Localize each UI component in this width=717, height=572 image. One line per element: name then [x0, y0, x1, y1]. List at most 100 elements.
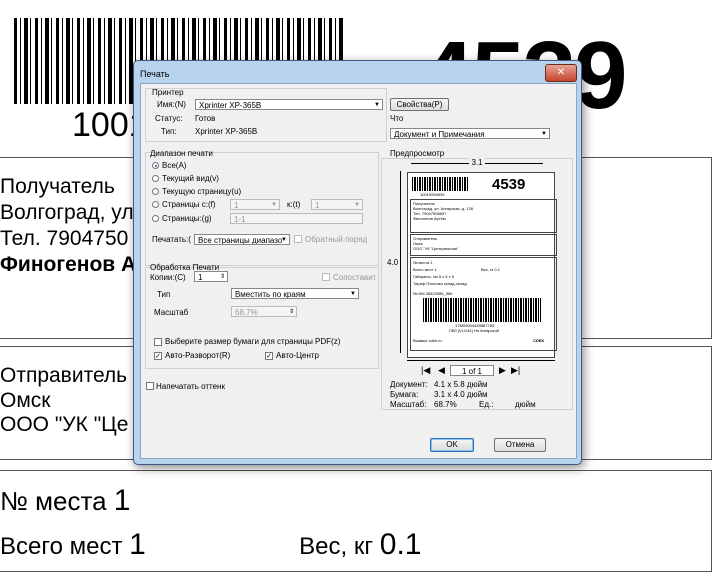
printer-status-value: Готов [195, 114, 216, 123]
pages-from-input[interactable]: 1 ▼ [230, 199, 280, 210]
mini-recipient-box: Получатель Волгоград, ул. Ангарская, д. … [410, 199, 557, 233]
first-page-icon[interactable]: |◀ [421, 365, 430, 375]
preview-bottom-line [407, 360, 555, 361]
pages-value: 1-1 [234, 215, 246, 224]
chevron-down-icon: ▼ [281, 237, 287, 243]
cancel-button[interactable]: Отмена [494, 438, 546, 452]
page-indicator[interactable]: 1 of 1 [450, 365, 494, 376]
close-icon[interactable]: ✕ [545, 64, 577, 82]
range-all-label: Все(A) [162, 161, 187, 170]
mini-barcode-digits: 10019284539 [420, 192, 445, 197]
range-current-page-radio[interactable] [152, 188, 159, 195]
total-label: Всего мест [0, 533, 123, 560]
copies-label: Копии:(C) [150, 273, 186, 282]
units-value: дюйм [515, 400, 536, 409]
auto-rotate-checkbox[interactable]: ✓ [154, 352, 162, 360]
range-pages-from-label: Страницы с:(f) [162, 200, 216, 209]
mini-barcode-2 [423, 298, 541, 322]
mini-recipient-line: Финогенов Артём [413, 216, 446, 221]
totals-row: Всего мест 1 Вес, кг 0.1 [0, 528, 421, 562]
weight-label: Вес, кг [299, 533, 374, 560]
preview-scale-label: Масштаб: [390, 400, 427, 409]
mini-weight: Вес, кг 0.1 [481, 267, 500, 272]
prev-page-icon[interactable]: ◀ [438, 365, 445, 375]
document-size-label: Документ: [390, 380, 428, 389]
scale-input[interactable]: 68.7% ⇕ [231, 306, 297, 317]
range-pages-from-radio[interactable] [152, 201, 159, 208]
paper-size-value: 3.1 x 4.0 дюйм [434, 390, 488, 399]
ok-button[interactable]: OK [430, 438, 474, 452]
dialog-titlebar[interactable]: Печать ✕ [134, 61, 581, 83]
pdf-size-checkbox[interactable] [154, 338, 162, 346]
preview-height-line [400, 171, 401, 353]
mini-place: № места 1 [413, 260, 433, 265]
units-label: Ед.: [479, 400, 494, 409]
printer-name-select[interactable]: Xprinter XP-365B ▼ [195, 99, 383, 110]
scale-value: 68.7% [235, 308, 258, 317]
preview-width-value: 3.1 [469, 158, 485, 167]
range-all-radio[interactable] [152, 162, 159, 169]
recipient-city: Волгоград, ул [0, 201, 134, 224]
what-select[interactable]: Документ и Примечания ▼ [390, 128, 550, 139]
printer-name-label: Имя:(N) [157, 100, 186, 109]
collate-checkbox[interactable] [322, 273, 330, 281]
scaling-type-select[interactable]: Вместить по краям ▼ [231, 288, 359, 299]
what-value: Документ и Примечания [394, 130, 485, 139]
grayscale-label: Напечатать оттенк [156, 382, 225, 391]
mini-dims: Габариты, см 5 x 5 x 5 [413, 274, 454, 279]
mini-footer-right: CDEK [533, 338, 545, 343]
mini-footer-left: Вшавш! cdek.ru [413, 338, 442, 343]
chevron-down-icon: ▼ [271, 202, 277, 208]
range-pages-radio[interactable] [152, 215, 159, 222]
mini-sender-box: Отправитель Омск ООО "УК "Центральная" [410, 234, 557, 256]
what-label: Что [390, 114, 404, 123]
pages-from-value: 1 [234, 201, 239, 210]
document-size-value: 4.1 x 5.8 дюйм [434, 380, 488, 389]
range-current-page-label: Текущую страницу(u) [162, 187, 242, 196]
recipient-phone: Тел. 7904750 [0, 227, 129, 250]
pages-to-label: к:(t) [287, 200, 301, 209]
sender-heading: Отправитель [0, 364, 128, 387]
printer-type-label: Тип: [161, 127, 177, 136]
last-page-icon[interactable]: ▶| [511, 365, 520, 375]
range-pages-label: Страницы:(g) [162, 214, 212, 223]
mini-total: Всего мест 1 [413, 267, 437, 272]
pages-to-input[interactable]: 1 ▼ [311, 199, 363, 210]
spinner-icon[interactable]: ⇕ [289, 307, 294, 316]
sender-city: Омск [0, 389, 51, 412]
recipient-heading: Получатель [0, 175, 115, 198]
print-subset-select[interactable]: Все страницы диапазо ▼ [194, 234, 290, 245]
range-current-view-label: Текущий вид(v) [162, 174, 219, 183]
reverse-order-checkbox[interactable] [294, 235, 302, 243]
grayscale-checkbox[interactable] [146, 382, 154, 390]
paper-size-label: Бумага: [390, 390, 419, 399]
weight-value: 0.1 [379, 528, 422, 561]
mini-pvz: ПВЗ [VLG44] На Ангарской [449, 328, 499, 333]
chevron-down-icon: ▼ [354, 202, 360, 208]
spinner-icon[interactable]: ⇕ [220, 272, 225, 281]
range-current-view-radio[interactable] [152, 175, 159, 182]
properties-button[interactable]: Свойства(P) [390, 98, 449, 111]
copies-input[interactable]: 1 ⇕ [194, 271, 228, 282]
print-dialog: Печать ✕ Принтер Имя:(N) Xprinter XP-365… [133, 60, 582, 465]
pdf-size-label: Выберите размер бумаги для страницы PDF(… [165, 337, 341, 346]
range-group-label: Диапазон печати [150, 149, 213, 158]
reverse-order-label: Обратный поряд [305, 235, 368, 244]
pages-input[interactable]: 1-1 [230, 213, 363, 224]
next-page-icon[interactable]: ▶ [499, 365, 506, 375]
dialog-client: Принтер Имя:(N) Xprinter XP-365B ▼ Свойс… [140, 83, 577, 459]
chevron-down-icon: ▼ [350, 291, 356, 297]
chevron-down-icon: ▼ [541, 131, 547, 137]
auto-center-checkbox[interactable]: ✓ [265, 352, 273, 360]
auto-center-label: Авто-Центр [276, 351, 319, 360]
place-row: № места 1 [0, 484, 130, 518]
pages-to-value: 1 [315, 201, 320, 210]
printer-type-value: Xprinter XP-365B [195, 127, 258, 136]
printer-group-label: Принтер [152, 88, 184, 97]
copies-value: 1 [198, 273, 203, 282]
dialog-title: Печать [140, 69, 170, 79]
mini-order-number: 4539 [492, 176, 526, 193]
place-value: 1 [113, 484, 131, 517]
preview-height-dim: 4.0 [387, 258, 399, 268]
sender-org: ООО "УК "Це [0, 413, 129, 436]
